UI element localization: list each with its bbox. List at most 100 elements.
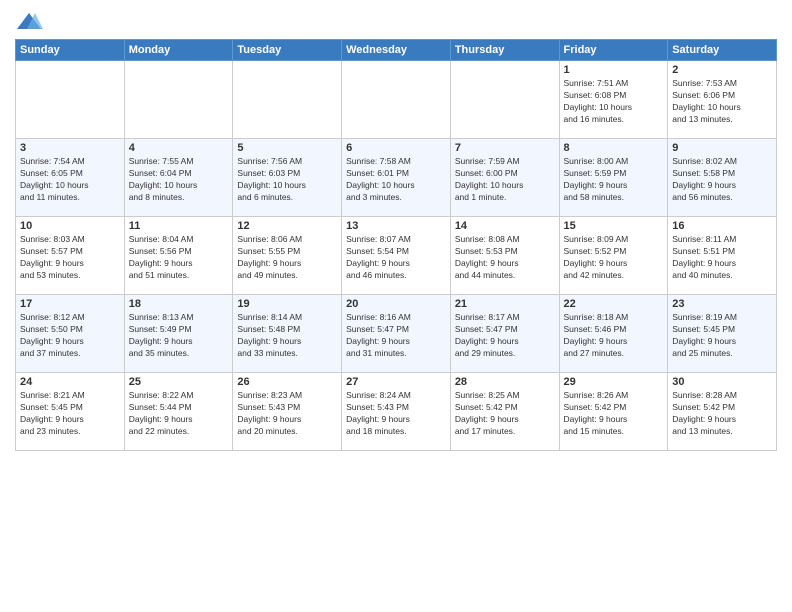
calendar-cell: 28 Sunrise: 8:25 AM Sunset: 5:42 PM Dayli… [450,373,559,451]
week-row-3: 10 Sunrise: 8:03 AM Sunset: 5:57 PM Dayli… [16,217,777,295]
calendar-cell: 14Sunrise: 8:08 AM Sunset: 5:53 PM Dayli… [450,217,559,295]
calendar-cell: 26 Sunrise: 8:23 AM Sunset: 5:43 PM Dayli… [233,373,342,451]
cell-info: Sunrise: 8:21 AM Sunset: 5:45 PM Dayligh… [20,390,120,438]
day-number: 27 [346,376,446,388]
calendar-cell: 29 Sunrise: 8:26 AM Sunset: 5:42 PM Dayli… [559,373,668,451]
calendar-cell [450,61,559,139]
calendar-cell: 3 Sunrise: 7:54 AM Sunset: 6:05 PM Daylig… [16,139,125,217]
cell-info: Sunrise: 8:18 AM Sunset: 5:46 PM Dayligh… [564,312,664,360]
calendar-cell: 18Sunrise: 8:13 AM Sunset: 5:49 PM Dayli… [124,295,233,373]
cell-info: Sunrise: 7:56 AM Sunset: 6:03 PM Dayligh… [237,156,337,204]
calendar-cell: 16 Sunrise: 8:11 AM Sunset: 5:51 PM Dayli… [668,217,777,295]
day-header-tuesday: Tuesday [233,40,342,61]
day-header-sunday: Sunday [16,40,125,61]
week-row-4: 17 Sunrise: 8:12 AM Sunset: 5:50 PM Dayli… [16,295,777,373]
cell-info: Sunrise: 8:12 AM Sunset: 5:50 PM Dayligh… [20,312,120,360]
calendar-cell: 11 Sunrise: 8:04 AM Sunset: 5:56 PM Dayli… [124,217,233,295]
calendar-cell [233,61,342,139]
calendar-cell: 6 Sunrise: 7:58 AM Sunset: 6:01 PM Daylig… [342,139,451,217]
day-number: 28 [455,376,555,388]
cell-info: Sunrise: 8:14 AM Sunset: 5:48 PM Dayligh… [237,312,337,360]
day-header-friday: Friday [559,40,668,61]
day-number: 18 [129,298,229,310]
day-number: 20 [346,298,446,310]
page-container: SundayMondayTuesdayWednesdayThursdayFrid… [0,0,792,461]
calendar-cell [16,61,125,139]
day-number: 22 [564,298,664,310]
calendar-cell: 15 Sunrise: 8:09 AM Sunset: 5:52 PM Dayli… [559,217,668,295]
calendar-cell: 25 Sunrise: 8:22 AM Sunset: 5:44 PM Dayli… [124,373,233,451]
cell-info: Sunrise: 7:59 AM Sunset: 6:00 PM Dayligh… [455,156,555,204]
day-number: 12 [237,220,337,232]
calendar-cell: 30 Sunrise: 8:28 AM Sunset: 5:42 PM Dayli… [668,373,777,451]
cell-info: Sunrise: 8:09 AM Sunset: 5:52 PM Dayligh… [564,234,664,282]
day-number: 3 [20,142,120,154]
day-number: 19 [237,298,337,310]
cell-info: Sunrise: 8:07 AM Sunset: 5:54 PM Dayligh… [346,234,446,282]
cell-info: Sunrise: 8:28 AM Sunset: 5:42 PM Dayligh… [672,390,772,438]
cell-info: Sunrise: 8:11 AM Sunset: 5:51 PM Dayligh… [672,234,772,282]
calendar-cell: 1 Sunrise: 7:51 AM Sunset: 6:08 PM Daylig… [559,61,668,139]
calendar-cell [124,61,233,139]
day-number: 25 [129,376,229,388]
header [15,10,777,31]
cell-info: Sunrise: 8:22 AM Sunset: 5:44 PM Dayligh… [129,390,229,438]
cell-info: Sunrise: 7:55 AM Sunset: 6:04 PM Dayligh… [129,156,229,204]
cell-info: Sunrise: 7:51 AM Sunset: 6:08 PM Dayligh… [564,78,664,126]
calendar-cell: 21 Sunrise: 8:17 AM Sunset: 5:47 PM Dayli… [450,295,559,373]
cell-info: Sunrise: 7:58 AM Sunset: 6:01 PM Dayligh… [346,156,446,204]
day-number: 13 [346,220,446,232]
day-number: 16 [672,220,772,232]
day-number: 30 [672,376,772,388]
calendar-cell [342,61,451,139]
day-number: 8 [564,142,664,154]
day-number: 11 [129,220,229,232]
cell-info: Sunrise: 8:06 AM Sunset: 5:55 PM Dayligh… [237,234,337,282]
calendar-cell: 20 Sunrise: 8:16 AM Sunset: 5:47 PM Dayli… [342,295,451,373]
calendar-cell: 8 Sunrise: 8:00 AM Sunset: 5:59 PM Daylig… [559,139,668,217]
day-number: 21 [455,298,555,310]
day-number: 5 [237,142,337,154]
calendar-cell: 10 Sunrise: 8:03 AM Sunset: 5:57 PM Dayli… [16,217,125,295]
day-number: 7 [455,142,555,154]
day-header-monday: Monday [124,40,233,61]
header-row: SundayMondayTuesdayWednesdayThursdayFrid… [16,40,777,61]
day-number: 26 [237,376,337,388]
cell-info: Sunrise: 8:25 AM Sunset: 5:42 PM Dayligh… [455,390,555,438]
cell-info: Sunrise: 8:24 AM Sunset: 5:43 PM Dayligh… [346,390,446,438]
day-number: 24 [20,376,120,388]
calendar-cell: 7 Sunrise: 7:59 AM Sunset: 6:00 PM Daylig… [450,139,559,217]
cell-info: Sunrise: 8:17 AM Sunset: 5:47 PM Dayligh… [455,312,555,360]
logo [15,10,47,31]
day-number: 2 [672,64,772,76]
cell-info: Sunrise: 8:23 AM Sunset: 5:43 PM Dayligh… [237,390,337,438]
day-number: 4 [129,142,229,154]
cell-info: Sunrise: 8:02 AM Sunset: 5:58 PM Dayligh… [672,156,772,204]
day-number: 1 [564,64,664,76]
calendar-cell: 4 Sunrise: 7:55 AM Sunset: 6:04 PM Daylig… [124,139,233,217]
day-number: 6 [346,142,446,154]
calendar-cell: 19 Sunrise: 8:14 AM Sunset: 5:48 PM Dayli… [233,295,342,373]
cell-info: Sunrise: 8:04 AM Sunset: 5:56 PM Dayligh… [129,234,229,282]
cell-info: Sunrise: 8:16 AM Sunset: 5:47 PM Dayligh… [346,312,446,360]
day-number: 29 [564,376,664,388]
calendar-cell: 9 Sunrise: 8:02 AM Sunset: 5:58 PM Daylig… [668,139,777,217]
week-row-1: 1 Sunrise: 7:51 AM Sunset: 6:08 PM Daylig… [16,61,777,139]
week-row-2: 3 Sunrise: 7:54 AM Sunset: 6:05 PM Daylig… [16,139,777,217]
cell-info: Sunrise: 8:00 AM Sunset: 5:59 PM Dayligh… [564,156,664,204]
calendar-cell: 27 Sunrise: 8:24 AM Sunset: 5:43 PM Dayli… [342,373,451,451]
day-number: 23 [672,298,772,310]
day-number: 9 [672,142,772,154]
cell-info: Sunrise: 8:03 AM Sunset: 5:57 PM Dayligh… [20,234,120,282]
logo-icon [15,11,43,31]
calendar-cell: 12 Sunrise: 8:06 AM Sunset: 5:55 PM Dayli… [233,217,342,295]
cell-info: Sunrise: 7:54 AM Sunset: 6:05 PM Dayligh… [20,156,120,204]
day-number: 10 [20,220,120,232]
calendar-cell: 13 Sunrise: 8:07 AM Sunset: 5:54 PM Dayli… [342,217,451,295]
day-header-saturday: Saturday [668,40,777,61]
calendar-cell: 17 Sunrise: 8:12 AM Sunset: 5:50 PM Dayli… [16,295,125,373]
calendar-table: SundayMondayTuesdayWednesdayThursdayFrid… [15,39,777,451]
cell-info: Sunrise: 8:26 AM Sunset: 5:42 PM Dayligh… [564,390,664,438]
day-number: 15 [564,220,664,232]
day-number: 17 [20,298,120,310]
